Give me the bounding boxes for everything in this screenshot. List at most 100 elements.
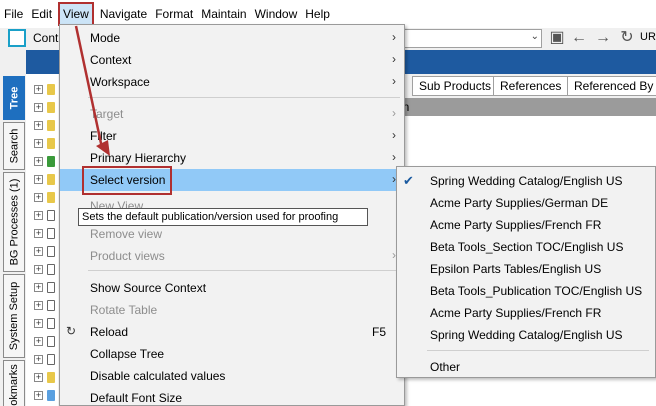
version-item-label: Acme Party Supplies/French FR (430, 218, 602, 232)
tree-node[interactable]: + (30, 119, 55, 133)
expand-icon[interactable]: + (34, 319, 43, 328)
expand-icon[interactable]: + (34, 121, 43, 130)
chevron-right-icon: › (392, 30, 396, 44)
forward-arrow-icon[interactable]: → (594, 29, 612, 47)
menu-edit[interactable]: Edit (27, 0, 56, 28)
version-item-label: Epsilon Parts Tables/English US (430, 262, 602, 276)
tab-system-setup-label: System Setup (8, 281, 21, 351)
version-item-label: Beta Tools_Section TOC/English US (430, 240, 624, 254)
expand-icon[interactable]: + (34, 391, 43, 400)
expand-icon[interactable]: + (34, 229, 43, 238)
menu-item-show-source-context[interactable]: Show Source Context (60, 277, 404, 299)
tree-node[interactable]: + (30, 173, 55, 187)
expand-icon[interactable]: + (34, 103, 43, 112)
tab-references[interactable]: References (493, 76, 569, 96)
folder-icon (47, 102, 55, 113)
context-label: Cont (33, 31, 59, 45)
menu-item-filter[interactable]: Filter › (60, 125, 404, 147)
expand-icon[interactable]: + (34, 373, 43, 382)
tree-node[interactable]: + (30, 191, 55, 205)
version-item-label: Spring Wedding Catalog/English US (430, 174, 623, 188)
menu-item-workspace[interactable]: Workspace › (60, 71, 404, 93)
expand-icon[interactable]: + (34, 157, 43, 166)
version-item-label: Acme Party Supplies/French FR (430, 306, 602, 320)
expand-icon[interactable]: + (34, 193, 43, 202)
tab-bg-processes[interactable]: BG Processes (1) (3, 172, 25, 272)
menu-item-collapse-tree[interactable]: Collapse Tree (60, 343, 404, 365)
expand-icon[interactable]: + (34, 247, 43, 256)
menu-file[interactable]: File (0, 0, 27, 28)
version-item[interactable]: Epsilon Parts Tables/English US (397, 258, 655, 280)
tree-node[interactable]: + (30, 227, 55, 241)
folder-icon (47, 138, 55, 149)
tab-referenced-by[interactable]: Referenced By (567, 76, 656, 96)
tree-node[interactable]: + (30, 335, 55, 349)
menu-item-mode[interactable]: Mode › (60, 27, 404, 49)
version-item[interactable]: Acme Party Supplies/German DE (397, 192, 655, 214)
version-item[interactable]: Acme Party Supplies/French FR (397, 214, 655, 236)
tree-node[interactable]: + (30, 83, 55, 97)
expand-icon[interactable]: + (34, 283, 43, 292)
expand-icon[interactable]: + (34, 265, 43, 274)
menu-item-disable-calculated-values[interactable]: Disable calculated values (60, 365, 404, 387)
tree-node[interactable]: + (30, 389, 55, 403)
expand-icon[interactable]: + (34, 85, 43, 94)
tree-node[interactable]: + (30, 263, 55, 277)
version-item[interactable]: Acme Party Supplies/French FR (397, 302, 655, 324)
menu-item-reload[interactable]: ↻ Reload F5 (60, 321, 404, 343)
tree-node[interactable]: + (30, 281, 55, 295)
menu-item-label: Show Source Context (90, 281, 207, 295)
back-arrow-icon[interactable]: ← (570, 29, 588, 47)
document-icon (47, 282, 55, 293)
menu-item-remove-view: Remove view (60, 223, 404, 245)
tree-node[interactable]: + (30, 155, 55, 169)
tree-node[interactable]: + (30, 209, 55, 223)
expand-icon[interactable]: + (34, 301, 43, 310)
expand-icon[interactable]: + (34, 139, 43, 148)
tab-system-setup[interactable]: System Setup (3, 274, 25, 358)
version-item-other[interactable]: Other (397, 356, 655, 378)
expand-icon[interactable]: + (34, 355, 43, 364)
tree-node[interactable]: + (30, 137, 55, 151)
document-icon (47, 336, 55, 347)
screen-icon[interactable]: ▣ (548, 29, 566, 47)
menu-item-label: Mode (90, 31, 121, 45)
refresh-icon[interactable]: ↻ (618, 29, 636, 47)
chevron-right-icon: › (392, 106, 396, 120)
table-icon (47, 156, 55, 167)
expand-icon[interactable]: + (34, 175, 43, 184)
chevron-right-icon: › (392, 128, 396, 142)
expand-icon[interactable]: + (34, 337, 43, 346)
version-item[interactable]: Spring Wedding Catalog/English US (397, 324, 655, 346)
menu-item-label: Product views (90, 249, 165, 263)
tree-node[interactable]: + (30, 317, 55, 331)
tree-node[interactable]: + (30, 353, 55, 367)
checkmark-icon: ✔ (403, 173, 414, 188)
tab-tree[interactable]: Tree (3, 76, 25, 120)
menu-item-context[interactable]: Context › (60, 49, 404, 71)
tab-search[interactable]: Search (3, 122, 25, 170)
menu-item-label: Remove view (90, 227, 163, 241)
version-item[interactable]: Beta Tools_Section TOC/English US (397, 236, 655, 258)
tab-bookmarks-label: okmarks (8, 364, 20, 406)
context-combo[interactable]: ⌄ (390, 29, 542, 48)
tab-bookmarks[interactable]: okmarks (3, 360, 25, 406)
menu-item-default-font-size[interactable]: Default Font Size (60, 387, 404, 406)
version-item-label: Beta Tools_Publication TOC/English US (430, 284, 643, 298)
menu-item-label: Rotate Table (90, 303, 158, 317)
tree-node[interactable]: + (30, 299, 55, 313)
menu-view[interactable]: View (58, 2, 94, 26)
tree-node[interactable]: + (30, 245, 55, 259)
document-icon (47, 246, 55, 257)
tree-node[interactable]: + (30, 371, 55, 385)
folder-icon (47, 120, 55, 131)
tab-sub-products[interactable]: Sub Products (412, 76, 499, 96)
tab-bg-processes-label: BG Processes (1) (8, 178, 20, 266)
context-checkbox[interactable] (8, 29, 26, 47)
expand-icon[interactable]: + (34, 211, 43, 220)
version-item[interactable]: Beta Tools_Publication TOC/English US (397, 280, 655, 302)
version-item[interactable]: ✔ Spring Wedding Catalog/English US (397, 170, 655, 192)
menu-item-label: Default Font Size (90, 391, 183, 405)
column-header: on (390, 98, 656, 116)
tree-node[interactable]: + (30, 101, 55, 115)
